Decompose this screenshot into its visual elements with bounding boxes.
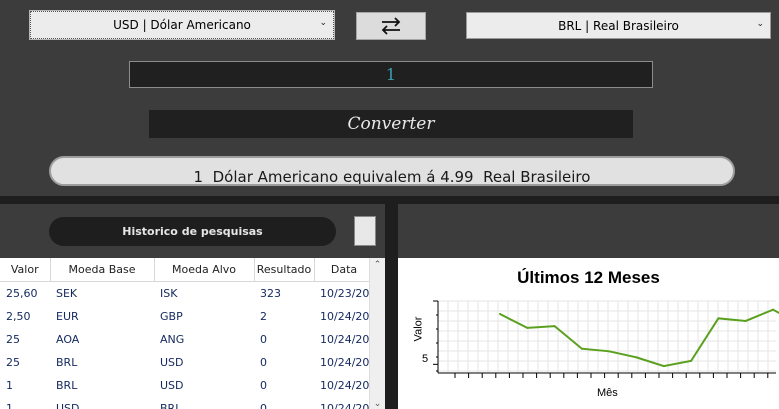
swap-currencies-button[interactable] <box>356 12 426 40</box>
swap-arrows-icon <box>381 17 401 35</box>
cell-valor: 25 <box>6 333 20 346</box>
table-row[interactable]: 2,50 EUR GBP 2 10/24/20 <box>0 305 374 328</box>
cell-valor: 2,50 <box>6 310 31 323</box>
data-point <box>662 365 665 368</box>
data-point <box>553 325 556 328</box>
cell-moeda-base: BRL <box>56 356 78 369</box>
amount-input[interactable]: 1 <box>129 61 653 88</box>
y-axis-label: Valor <box>412 316 425 342</box>
data-point <box>526 326 529 329</box>
table-row[interactable]: 25 BRL USD 0 10/24/20 <box>0 351 374 374</box>
scroll-down-icon[interactable]: ⌄ <box>370 399 385 409</box>
from-currency-label: USD | Dólar Americano <box>113 18 251 32</box>
cell-moeda-alvo: ISK <box>160 287 178 300</box>
cell-resultado: 0 <box>260 356 267 369</box>
chart-header-panel <box>398 204 779 258</box>
column-header-moeda-alvo[interactable]: Moeda Alvo <box>154 258 255 282</box>
y-tick-label: 5 <box>422 353 429 365</box>
column-header-valor[interactable]: Valor <box>0 258 51 282</box>
cell-moeda-alvo: USD <box>160 356 184 369</box>
conversion-result: 1 Dólar Americano equivalem á 4.99 Real … <box>49 156 735 186</box>
cell-valor: 25 <box>6 356 20 369</box>
cell-moeda-alvo: USD <box>160 379 184 392</box>
cell-resultado: 0 <box>260 333 267 346</box>
cell-valor: 1 <box>6 379 13 392</box>
chart-container: Últimos 12 Meses Valor 5 Mês <box>398 258 779 409</box>
column-header-resultado[interactable]: Resultado <box>254 258 315 282</box>
cell-resultado: 323 <box>260 287 281 300</box>
data-point <box>580 347 583 350</box>
cell-resultado: 0 <box>260 402 267 409</box>
data-point <box>717 317 720 320</box>
history-table: Valor Moeda Base Moeda Alvo Resultado Da… <box>0 258 385 409</box>
column-header-data[interactable]: Data <box>314 258 375 282</box>
cell-moeda-alvo: GBP <box>160 310 183 323</box>
to-currency-select[interactable]: BRL | Real Brasileiro ⌄ <box>466 12 771 39</box>
data-point <box>772 308 774 311</box>
chart-title: Últimos 12 Meses <box>517 268 660 287</box>
table-header-row: Valor Moeda Base Moeda Alvo Resultado Da… <box>0 258 375 282</box>
x-axis-label: Mês <box>597 387 618 399</box>
data-point <box>690 359 693 362</box>
cell-data: 10/24/20 <box>320 310 370 323</box>
chevron-down-icon: ⌄ <box>319 18 327 28</box>
data-point <box>608 350 611 353</box>
cell-valor: 1 <box>6 402 13 409</box>
cell-data: 10/24/20 <box>320 379 370 392</box>
cell-moeda-base: USD <box>56 402 80 409</box>
cell-data: 10/24/20 <box>320 356 370 369</box>
cell-moeda-base: EUR <box>56 310 79 323</box>
table-row[interactable]: 1 USD BRL 0 10/24/20 <box>0 397 374 409</box>
to-currency-label: BRL | Real Brasileiro <box>558 18 679 33</box>
history-label: Historico de pesquisas <box>49 217 336 246</box>
data-point <box>499 313 501 316</box>
cell-data: 10/24/20 <box>320 333 370 346</box>
column-header-moeda-base[interactable]: Moeda Base <box>50 258 155 282</box>
cell-moeda-base: BRL <box>56 379 78 392</box>
table-row[interactable]: 25 AOA ANG 0 10/24/20 <box>0 328 374 351</box>
cell-moeda-base: SEK <box>56 287 78 300</box>
data-point <box>744 319 747 322</box>
chevron-down-icon: ⌄ <box>756 19 764 29</box>
data-point <box>635 356 638 359</box>
from-currency-select[interactable]: USD | Dólar Americano ⌄ <box>29 10 335 40</box>
cell-moeda-base: AOA <box>56 333 80 346</box>
table-row[interactable]: 1 BRL USD 0 10/24/20 <box>0 374 374 397</box>
clear-history-button[interactable] <box>354 216 376 246</box>
cell-moeda-alvo: ANG <box>160 333 185 346</box>
cell-moeda-alvo: BRL <box>160 402 182 409</box>
cell-data: 10/24/20 <box>320 402 370 409</box>
table-row[interactable]: 25,60 SEK ISK 323 10/23/20 <box>0 282 374 306</box>
cell-valor: 25,60 <box>6 287 38 300</box>
series-line <box>499 308 779 368</box>
convert-button[interactable]: Converter <box>149 110 633 138</box>
cell-resultado: 0 <box>260 379 267 392</box>
cell-resultado: 2 <box>260 310 267 323</box>
cell-data: 10/23/20 <box>320 287 370 300</box>
